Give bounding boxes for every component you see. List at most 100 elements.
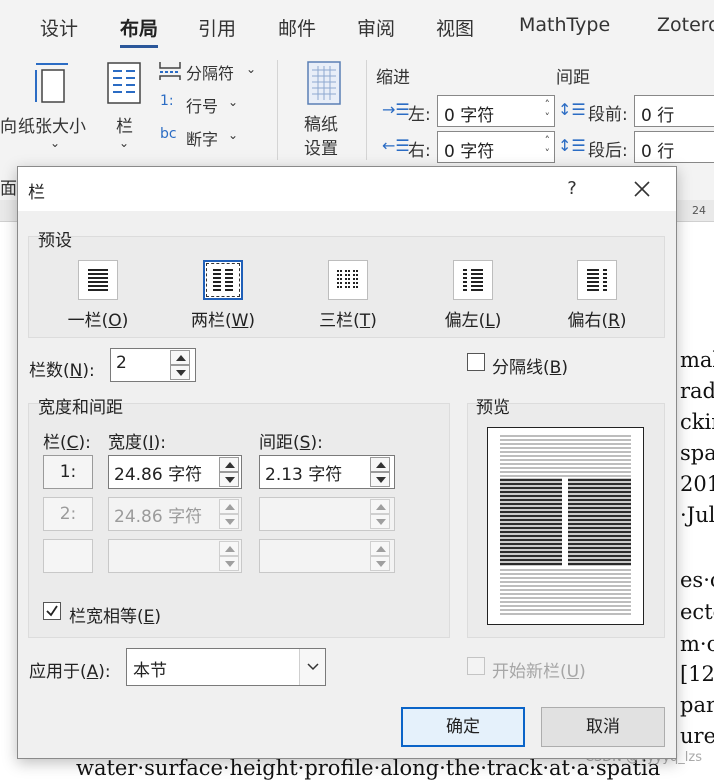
tab-view[interactable]: 视图	[436, 14, 474, 41]
chevron-up-icon[interactable]: ˄	[545, 135, 551, 146]
tab-design[interactable]: 设计	[40, 14, 78, 41]
line-numbers-icon: 1:	[160, 93, 174, 109]
checkmark-icon	[46, 605, 58, 617]
doc-text-line: ecte	[680, 600, 714, 624]
spin-up-button[interactable]	[370, 457, 390, 472]
doc-text-line: spac	[680, 441, 714, 465]
space-before-input[interactable]: 0 行	[634, 95, 714, 127]
hyphenation-icon: bc	[160, 126, 177, 142]
spin-down-button[interactable]	[370, 472, 390, 487]
tab-references[interactable]: 引用	[198, 14, 236, 41]
spin-up-button	[370, 541, 390, 556]
dialog-titlebar[interactable]: 栏 ?	[18, 167, 676, 211]
chevron-down-icon	[307, 663, 319, 671]
indent-left-icon: →☰	[382, 100, 410, 119]
spacing-header: 间距(S):	[259, 433, 323, 453]
preset-three-columns[interactable]: 三栏(T)	[283, 260, 413, 331]
ribbon-tabs: 设计 布局 引用 邮件 审阅 视图 MathType Zotero	[0, 0, 714, 56]
doc-text-line: m·o	[680, 632, 714, 656]
width-spacing-title: 宽度和间距	[38, 398, 123, 418]
tab-review[interactable]: 审阅	[357, 14, 395, 41]
indent-left-label: 左:	[408, 105, 431, 125]
line-numbers-button[interactable]: 1: 行号 ⌄	[160, 93, 250, 117]
indent-right-input[interactable]: 0 字符 ˄ ˅	[437, 131, 555, 163]
chevron-down-icon	[376, 477, 386, 483]
tab-mathtype[interactable]: MathType	[519, 14, 610, 36]
space-after-input[interactable]: 0 行	[634, 131, 714, 163]
breaks-button[interactable]: 分隔符 ⌄	[158, 60, 258, 84]
ok-button[interactable]: 确定	[401, 707, 525, 747]
chevron-up-icon[interactable]: ˄	[545, 99, 551, 110]
draft-paper-icon	[307, 61, 341, 105]
spin-down-button	[219, 514, 239, 529]
preset-right[interactable]: 偏右(R)	[532, 260, 662, 331]
hyphenation-label: 断字	[186, 130, 219, 149]
spacing-group-label: 间距	[556, 68, 590, 88]
spacing-value: 2.13 字符	[265, 465, 343, 485]
chevron-up-icon	[225, 546, 235, 552]
equal-width-checkbox[interactable]	[43, 602, 61, 620]
chevron-up-icon	[376, 546, 386, 552]
start-new-column-label: 开始新栏(U)	[492, 662, 586, 682]
paper-size-label[interactable]: 纸张大小	[18, 112, 86, 137]
hyphenation-button[interactable]: bc 断字 ⌄	[160, 126, 250, 150]
spin-up-button[interactable]	[219, 457, 239, 472]
draft-paper-button[interactable]: 稿纸 设置	[296, 60, 352, 159]
indent-left-value: 0 字符	[444, 106, 495, 126]
chevron-down-icon	[376, 519, 386, 525]
doc-text-line: mal	[680, 348, 714, 372]
preview-layout	[500, 435, 631, 615]
presets-title: 预设	[38, 231, 72, 251]
preset-two-columns[interactable]: 两栏(W)	[158, 260, 288, 331]
columns-chevron-icon[interactable]: ⌄	[119, 136, 129, 150]
chevron-down-icon[interactable]: ˅	[545, 112, 551, 123]
help-button[interactable]: ?	[560, 175, 584, 203]
draft-paper-label-1: 稿纸	[304, 115, 338, 135]
chevron-up-icon	[376, 504, 386, 510]
doc-text-line: pare	[680, 693, 714, 717]
spin-up-button	[370, 499, 390, 514]
column-number	[43, 539, 93, 573]
chevron-down-icon[interactable]: ˅	[545, 148, 551, 159]
doc-text-line: ckin	[680, 410, 714, 434]
line-between-checkbox[interactable]	[467, 353, 485, 371]
width-value: 24.86 字符	[114, 507, 203, 527]
doc-text-line: es·o	[680, 568, 714, 592]
cancel-button[interactable]: 取消	[541, 707, 665, 747]
indent-right-label: 右:	[408, 141, 431, 161]
space-after-icon: ↕☰	[558, 136, 586, 155]
indent-right-icon: ←☰	[382, 136, 410, 155]
column-number: 2:	[43, 497, 93, 531]
spin-down-button	[219, 556, 239, 571]
doc-text-line: 2016	[680, 472, 714, 496]
tab-mailings[interactable]: 邮件	[278, 14, 316, 41]
ribbon-edge-char-2: 面	[0, 179, 17, 199]
num-columns-label: 栏数(N):	[29, 361, 95, 381]
dialog-title: 栏	[28, 183, 45, 203]
preset-label: 偏右(R)	[567, 311, 627, 331]
space-before-value: 0 行	[641, 106, 675, 126]
preset-label: 一栏(O)	[67, 311, 129, 331]
close-button[interactable]	[626, 173, 658, 205]
paper-size-chevron-icon[interactable]: ⌄	[50, 136, 60, 150]
indent-left-input[interactable]: 0 字符 ˄ ˅	[437, 95, 555, 127]
spin-down-button[interactable]	[219, 472, 239, 487]
dropdown-button[interactable]	[299, 649, 325, 685]
columns-label[interactable]: 栏	[116, 112, 133, 137]
preset-one-column[interactable]: 一栏(O)	[33, 260, 163, 331]
apply-to-select[interactable]: 本节	[126, 648, 326, 686]
chevron-down-icon	[225, 561, 235, 567]
chevron-up-icon	[376, 462, 386, 468]
columns-icon	[107, 62, 141, 104]
chevron-down-icon	[225, 477, 235, 483]
preset-label: 三栏(T)	[319, 311, 377, 331]
two-columns-icon	[203, 260, 243, 300]
tab-zotero[interactable]: Zotero	[657, 14, 714, 36]
space-before-label: 段前:	[588, 105, 628, 125]
preset-left[interactable]: 偏左(L)	[408, 260, 538, 331]
space-after-value: 0 行	[641, 142, 675, 162]
spin-down-button[interactable]	[170, 365, 190, 380]
tab-layout[interactable]: 布局	[120, 14, 159, 48]
spin-up-button[interactable]	[170, 350, 190, 365]
spin-up-button	[219, 541, 239, 556]
